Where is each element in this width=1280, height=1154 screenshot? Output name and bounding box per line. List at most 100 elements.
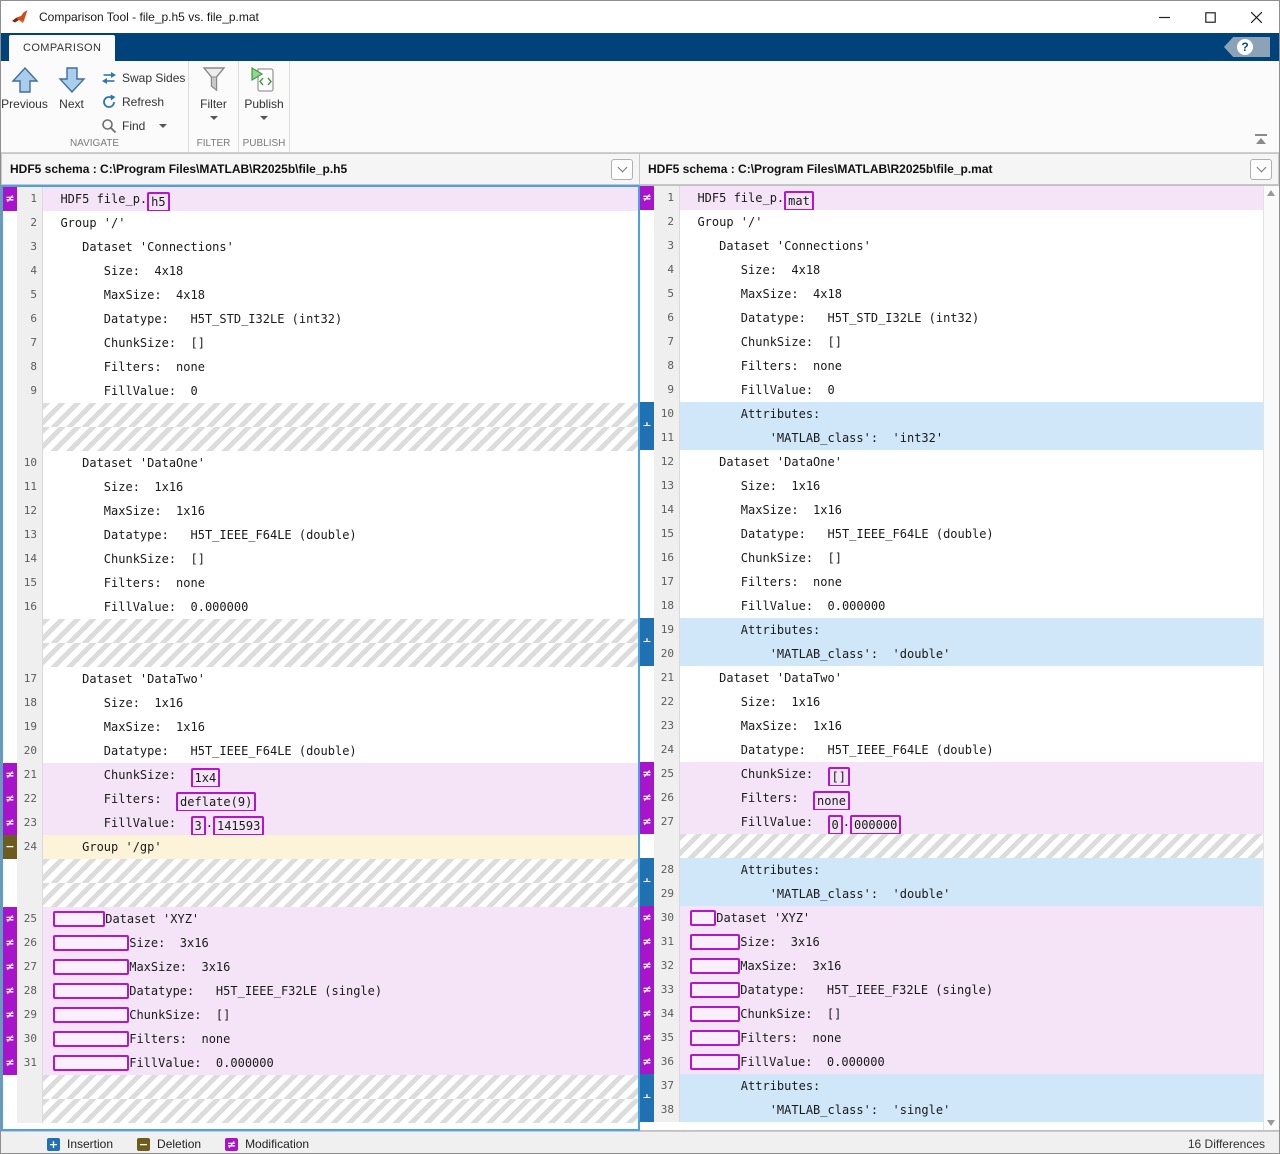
diff-row[interactable]: 22 Size: 1x16	[640, 690, 1263, 714]
diff-row[interactable]: 8 Filters: none	[640, 354, 1263, 378]
diff-row[interactable]: ≠22 Filters: deflate(9)	[3, 787, 638, 811]
diff-row[interactable]: 20 Datatype: H5T_IEEE_F64LE (double)	[3, 739, 638, 763]
diff-row[interactable]: ≠23 FillValue: 3.141593	[3, 811, 638, 835]
diff-gutter	[640, 546, 654, 570]
diff-row[interactable]: ≠27 MaxSize: 3x16	[3, 955, 638, 979]
diff-row[interactable]: 5 MaxSize: 4x18	[640, 282, 1263, 306]
funnel-icon	[201, 65, 227, 95]
diff-row[interactable]: ≠26 Size: 3x16	[3, 931, 638, 955]
diff-row[interactable]: ≠35 Filters: none	[640, 1026, 1263, 1050]
diff-row[interactable]: 13 Size: 1x16	[640, 474, 1263, 498]
diff-row[interactable]: ≠26 Filters: none	[640, 786, 1263, 810]
line-number: 31	[17, 1051, 43, 1075]
diff-row[interactable]: 5 MaxSize: 4x18	[3, 283, 638, 307]
diff-row[interactable]: 10 Dataset 'DataOne'	[3, 451, 638, 475]
diff-row[interactable]: 20 'MATLAB_class': 'double'	[640, 642, 1263, 666]
diff-row[interactable]: 7 ChunkSize: []	[640, 330, 1263, 354]
diff-row[interactable]: 13 Datatype: H5T_IEEE_F64LE (double)	[3, 523, 638, 547]
diff-row[interactable]: ≠25 Dataset 'XYZ'	[3, 907, 638, 931]
vertical-scrollbar[interactable]	[1263, 186, 1279, 1130]
diff-row[interactable]: 12 Dataset 'DataOne'	[640, 450, 1263, 474]
diff-row[interactable]: ≠27 FillValue: 0.000000	[640, 810, 1263, 834]
diff-row[interactable]: 21 Dataset 'DataTwo'	[640, 666, 1263, 690]
filter-dropdown-caret[interactable]	[210, 116, 218, 120]
diff-row[interactable]: ≠31 Size: 3x16	[640, 930, 1263, 954]
diff-row[interactable]: 8 Filters: none	[3, 355, 638, 379]
diff-row[interactable]: 23 MaxSize: 1x16	[640, 714, 1263, 738]
diff-row[interactable]: 7 ChunkSize: []	[3, 331, 638, 355]
diff-gutter: ≠	[3, 931, 17, 955]
scroll-down-arrow-icon[interactable]	[1267, 1120, 1275, 1126]
diff-row[interactable]: 2 Group '/'	[3, 211, 638, 235]
diff-row[interactable]: 18 FillValue: 0.000000	[640, 594, 1263, 618]
diff-row[interactable]: ≠32 MaxSize: 3x16	[640, 954, 1263, 978]
diff-row[interactable]: ≠29 ChunkSize: []	[3, 1003, 638, 1027]
diff-row[interactable]: 11 Size: 1x16	[3, 475, 638, 499]
diff-row[interactable]: 15 Datatype: H5T_IEEE_F64LE (double)	[640, 522, 1263, 546]
diff-row[interactable]: 16 FillValue: 0.000000	[3, 595, 638, 619]
right-pane-body[interactable]: ≠1 HDF5 file_p.mat2 Group '/'3 Dataset '…	[640, 185, 1279, 1131]
scroll-up-arrow-icon[interactable]	[1267, 190, 1275, 196]
minimize-button[interactable]	[1141, 1, 1187, 33]
close-button[interactable]	[1233, 1, 1279, 33]
diff-row[interactable]: ≠30 Filters: none	[3, 1027, 638, 1051]
diff-row[interactable]: +10 Attributes:	[640, 402, 1263, 426]
diff-row[interactable]: 4 Size: 4x18	[640, 258, 1263, 282]
tab-comparison[interactable]: COMPARISON	[9, 35, 115, 61]
maximize-button[interactable]	[1187, 1, 1233, 33]
diff-row[interactable]: ≠1 HDF5 file_p.mat	[640, 186, 1263, 210]
diff-row[interactable]: ≠28 Datatype: H5T_IEEE_F32LE (single)	[3, 979, 638, 1003]
diff-row[interactable]: 17 Filters: none	[640, 570, 1263, 594]
diff-row[interactable]: 11 'MATLAB_class': 'int32'	[640, 426, 1263, 450]
collapse-toolstrip-button[interactable]	[1255, 134, 1267, 144]
diff-row[interactable]: 3 Dataset 'Connections'	[3, 235, 638, 259]
refresh-button[interactable]: Refresh	[101, 90, 185, 114]
diff-row[interactable]: ≠31 FillValue: 0.000000	[3, 1051, 638, 1075]
left-pane-body[interactable]: ≠1 HDF5 file_p.h52 Group '/'3 Dataset 'C…	[1, 185, 640, 1131]
diff-row[interactable]: ≠25 ChunkSize: []	[640, 762, 1263, 786]
diff-row[interactable]: 3 Dataset 'Connections'	[640, 234, 1263, 258]
diff-gutter: ≠	[3, 955, 17, 979]
diff-row[interactable]: 18 Size: 1x16	[3, 691, 638, 715]
diff-row[interactable]: 6 Datatype: H5T_STD_I32LE (int32)	[3, 307, 638, 331]
diff-row[interactable]: +28 Attributes:	[640, 858, 1263, 882]
diff-row[interactable]: 29 'MATLAB_class': 'double'	[640, 882, 1263, 906]
left-pane-options-button[interactable]	[611, 159, 633, 180]
diff-row[interactable]: 16 ChunkSize: []	[640, 546, 1263, 570]
diff-row[interactable]: ≠33 Datatype: H5T_IEEE_F32LE (single)	[640, 978, 1263, 1002]
diff-row[interactable]: 24 Datatype: H5T_IEEE_F64LE (double)	[640, 738, 1263, 762]
help-button[interactable]: ?	[1224, 37, 1270, 57]
find-button[interactable]: Find	[101, 114, 185, 138]
publish-button[interactable]: Publish	[239, 61, 289, 120]
diff-row[interactable]: 4 Size: 4x18	[3, 259, 638, 283]
diff-row[interactable]: ≠30 Dataset 'XYZ'	[640, 906, 1263, 930]
filter-button[interactable]: Filter	[189, 61, 238, 120]
right-pane-options-button[interactable]	[1250, 159, 1272, 180]
diff-row[interactable]: 15 Filters: none	[3, 571, 638, 595]
swap-sides-button[interactable]: Swap Sides	[101, 66, 185, 90]
diff-row[interactable]: ≠34 ChunkSize: []	[640, 1002, 1263, 1026]
diff-row[interactable]: ≠21 ChunkSize: 1x4	[3, 763, 638, 787]
diff-row[interactable]: 6 Datatype: H5T_STD_I32LE (int32)	[640, 306, 1263, 330]
diff-row[interactable]: 9 FillValue: 0	[3, 379, 638, 403]
diff-row[interactable]: 2 Group '/'	[640, 210, 1263, 234]
diff-row[interactable]: 19 MaxSize: 1x16	[3, 715, 638, 739]
diff-row[interactable]: 17 Dataset 'DataTwo'	[3, 667, 638, 691]
diff-row[interactable]: +19 Attributes:	[640, 618, 1263, 642]
publish-dropdown-caret[interactable]	[260, 116, 268, 120]
line-number: 24	[654, 738, 680, 762]
modification-marker: ≠	[3, 811, 17, 835]
diff-row[interactable]: 12 MaxSize: 1x16	[3, 499, 638, 523]
code-line: Datatype: H5T_IEEE_F32LE (single)	[43, 979, 638, 1003]
diff-row[interactable]: ≠1 HDF5 file_p.h5	[3, 187, 638, 211]
diff-row[interactable]: −24 Group '/gp'	[3, 835, 638, 859]
diff-row[interactable]: +37 Attributes:	[640, 1074, 1263, 1098]
changed-whitespace-box	[53, 983, 129, 999]
diff-row[interactable]: 14 ChunkSize: []	[3, 547, 638, 571]
code-line: Filters: none	[43, 355, 638, 379]
diff-row[interactable]: ≠36 FillValue: 0.000000	[640, 1050, 1263, 1074]
diff-row[interactable]: 9 FillValue: 0	[640, 378, 1263, 402]
diff-row[interactable]: 38 'MATLAB_class': 'single'	[640, 1098, 1263, 1122]
diff-row[interactable]: 14 MaxSize: 1x16	[640, 498, 1263, 522]
find-dropdown-caret[interactable]	[159, 124, 167, 128]
